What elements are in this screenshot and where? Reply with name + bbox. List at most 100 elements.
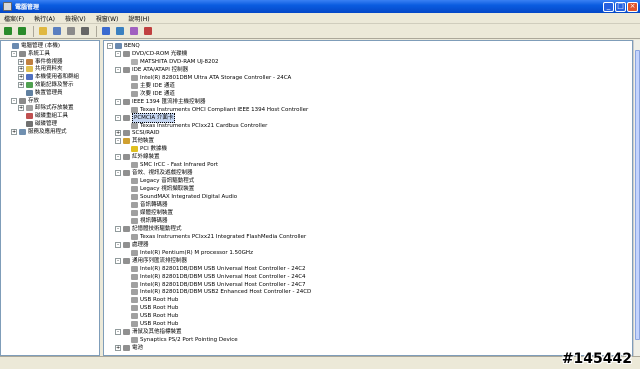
collapse-toggle[interactable]: -: [115, 225, 121, 232]
console-tree-item-row[interactable]: + 事件檢視器: [18, 58, 63, 66]
device-tree-item-row[interactable]: - 音效、視訊及遊戲控制器: [115, 169, 193, 177]
expand-toggle[interactable]: +: [18, 105, 24, 112]
device-tree-item-row[interactable]: SoundMAX Integrated Digital Audio: [123, 193, 237, 201]
update-driver-button[interactable]: [128, 25, 140, 37]
menu-file[interactable]: 檔案(F): [4, 14, 24, 23]
device-tree-item-row[interactable]: USB Root Hub: [123, 320, 178, 328]
collapse-toggle[interactable]: -: [115, 329, 121, 336]
device-tree-item-row[interactable]: Intel(R) 82801DBM Ultra ATA Storage Cont…: [123, 74, 291, 82]
device-tree-item-row[interactable]: + 電池: [115, 344, 143, 352]
collapse-toggle[interactable]: -: [115, 98, 121, 105]
collapse-toggle[interactable]: -: [11, 97, 17, 104]
device-tree-item-row[interactable]: Intel(R) 82801DB/DBM USB Universal Host …: [123, 265, 306, 273]
device-tree-item-row[interactable]: SMC IrCC - Fast Infrared Port: [123, 161, 218, 169]
device-tree-item-row[interactable]: PCI 數據機: [123, 145, 167, 153]
expand-toggle[interactable]: +: [115, 345, 121, 352]
console-tree-item-row[interactable]: 裝置管理員: [18, 89, 63, 97]
console-tree-pane[interactable]: 電腦管理 (本機) - 系統工具 + 事件檢視器 + 共用資料夾 + 本機使用者和群組 + 效能記錄…: [0, 40, 100, 356]
console-button[interactable]: [51, 25, 63, 37]
status-bar: [0, 356, 640, 369]
expand-toggle[interactable]: +: [18, 82, 24, 88]
device-tree-item-row[interactable]: Intel(R) 82801DB/DBM USB Universal Host …: [123, 281, 306, 289]
device-tree-item-row[interactable]: Intel(R) 82801DB/DBM USB Universal Host …: [123, 273, 306, 281]
menu-help[interactable]: 說明(H): [128, 14, 149, 23]
device-tree-item-row[interactable]: - 處理器: [115, 241, 149, 249]
collapse-toggle[interactable]: -: [11, 50, 17, 57]
uninstall-button[interactable]: [142, 25, 154, 37]
console-tree-item-row[interactable]: + 共用資料夾: [18, 65, 63, 73]
console-tree-item-row[interactable]: 磁碟管理: [18, 120, 57, 128]
device-tree-item-row[interactable]: Intel(R) 82801DB/DBM USB2 Enhanced Host …: [123, 288, 311, 296]
menu-view[interactable]: 檢視(V): [65, 14, 86, 23]
properties-button[interactable]: [65, 25, 77, 37]
console-tree-item-row[interactable]: 電腦管理 (本機): [4, 42, 60, 50]
back-button[interactable]: [2, 25, 14, 37]
console-tree-item-row[interactable]: + 本機使用者和群組: [18, 73, 79, 81]
device-tree-item-label: 滑鼠及其他指標裝置: [132, 329, 182, 336]
help-button[interactable]: [100, 25, 112, 37]
device-tree-item-row[interactable]: - IDE ATA/ATAPI 控制器: [115, 66, 188, 74]
console-tree-item-row[interactable]: 磁碟重組工具: [18, 112, 68, 120]
collapse-toggle[interactable]: -: [115, 241, 121, 248]
minimize-button[interactable]: _: [603, 1, 614, 12]
device-tree-item-row[interactable]: 主要 IDE 通道: [123, 82, 175, 90]
device-tree-item-row[interactable]: Intel(R) Pentium(R) M processor 1.50GHz: [123, 249, 253, 257]
device-tree-item-row[interactable]: - 紅外線裝置: [115, 153, 160, 161]
device-tree-item-row[interactable]: - BENQ: [107, 42, 140, 50]
menu-window[interactable]: 視窗(W): [96, 14, 119, 23]
maximize-button[interactable]: □: [615, 1, 626, 12]
up-folder-button[interactable]: [37, 25, 49, 37]
device-tree-item-row[interactable]: - 通用序列匯流排控制器: [115, 257, 187, 265]
collapse-toggle[interactable]: -: [115, 114, 121, 121]
device-tree-item-row[interactable]: USB Root Hub: [123, 296, 178, 304]
device-tree-item-row[interactable]: 次要 IDE 通道: [123, 90, 175, 98]
device-icon: [26, 82, 33, 88]
vertical-scrollbar[interactable]: [633, 40, 640, 356]
collapse-toggle[interactable]: -: [115, 154, 121, 161]
collapse-toggle[interactable]: -: [107, 43, 113, 49]
console-tree-item-row[interactable]: - 系統工具: [11, 50, 50, 58]
expand-toggle[interactable]: +: [18, 74, 24, 81]
console-tree-item-row[interactable]: + 卸除式存放裝置: [18, 104, 74, 112]
scan-button[interactable]: [114, 25, 126, 37]
collapse-toggle[interactable]: -: [115, 66, 121, 73]
device-tree-item-row[interactable]: Texas Instruments PCIxx21 Cardbus Contro…: [123, 122, 267, 130]
device-tree-item-row[interactable]: Legacy 音訊驅動程式: [123, 177, 194, 185]
collapse-toggle[interactable]: -: [115, 138, 121, 145]
device-tree-item-label: USB Root Hub: [140, 321, 179, 328]
device-tree-item-row[interactable]: Texas Instruments PCIxx21 Integrated Fla…: [123, 233, 306, 241]
close-button[interactable]: ×: [627, 1, 638, 12]
collapse-toggle[interactable]: -: [115, 50, 121, 57]
device-tree-item-row[interactable]: USB Root Hub: [123, 312, 178, 320]
collapse-toggle[interactable]: -: [115, 257, 121, 264]
device-tree-item-row[interactable]: - 記憶體技術驅動程式: [115, 225, 182, 233]
expand-toggle[interactable]: +: [18, 66, 24, 73]
scrollbar-thumb[interactable]: [635, 50, 640, 340]
print-button[interactable]: [79, 25, 91, 37]
console-tree-item-row[interactable]: + 服務及應用程式: [11, 128, 67, 136]
device-tree-item-row[interactable]: + SCSI/RAID: [115, 129, 160, 137]
device-tree-item-row[interactable]: - IEEE 1394 匯流排主機控制器: [115, 98, 206, 106]
device-tree-item-row[interactable]: MATSHITA DVD-RAM UJ-8202: [123, 58, 219, 66]
device-tree-pane[interactable]: - BENQ - DVD/CD-ROM 光碟機 MATSHITA DVD-RAM UJ-…: [103, 40, 633, 356]
device-tree-item-row[interactable]: - PCMCIA 介面卡: [115, 112, 176, 123]
device-tree-item-row[interactable]: 音訊轉碼器: [123, 201, 168, 209]
expand-toggle[interactable]: +: [18, 58, 24, 65]
expand-toggle[interactable]: +: [115, 130, 121, 137]
device-tree-item-row[interactable]: USB Root Hub: [123, 304, 178, 312]
device-tree-item-row[interactable]: - 其他裝置: [115, 137, 154, 145]
device-tree-item-row[interactable]: Synaptics PS/2 Port Pointing Device: [123, 336, 238, 344]
console-tree-item-row[interactable]: + 效能記錄及警示: [18, 81, 74, 89]
expand-toggle[interactable]: +: [11, 128, 17, 135]
device-tree-item-row[interactable]: - 滑鼠及其他指標裝置: [115, 328, 182, 336]
device-tree-item-row[interactable]: Legacy 視訊擷取裝置: [123, 185, 194, 193]
device-tree-item-row[interactable]: 視訊轉碼器: [123, 217, 168, 225]
device-tree-item-label: 處理器: [132, 241, 149, 248]
forward-button[interactable]: [16, 25, 28, 37]
device-tree-item-row[interactable]: 媒體控制裝置: [123, 209, 173, 217]
device-tree-item-row[interactable]: - DVD/CD-ROM 光碟機: [115, 50, 187, 58]
console-tree-item-row[interactable]: - 存放: [11, 97, 39, 105]
menu-action[interactable]: 執行(A): [34, 14, 55, 23]
collapse-toggle[interactable]: -: [115, 170, 121, 177]
